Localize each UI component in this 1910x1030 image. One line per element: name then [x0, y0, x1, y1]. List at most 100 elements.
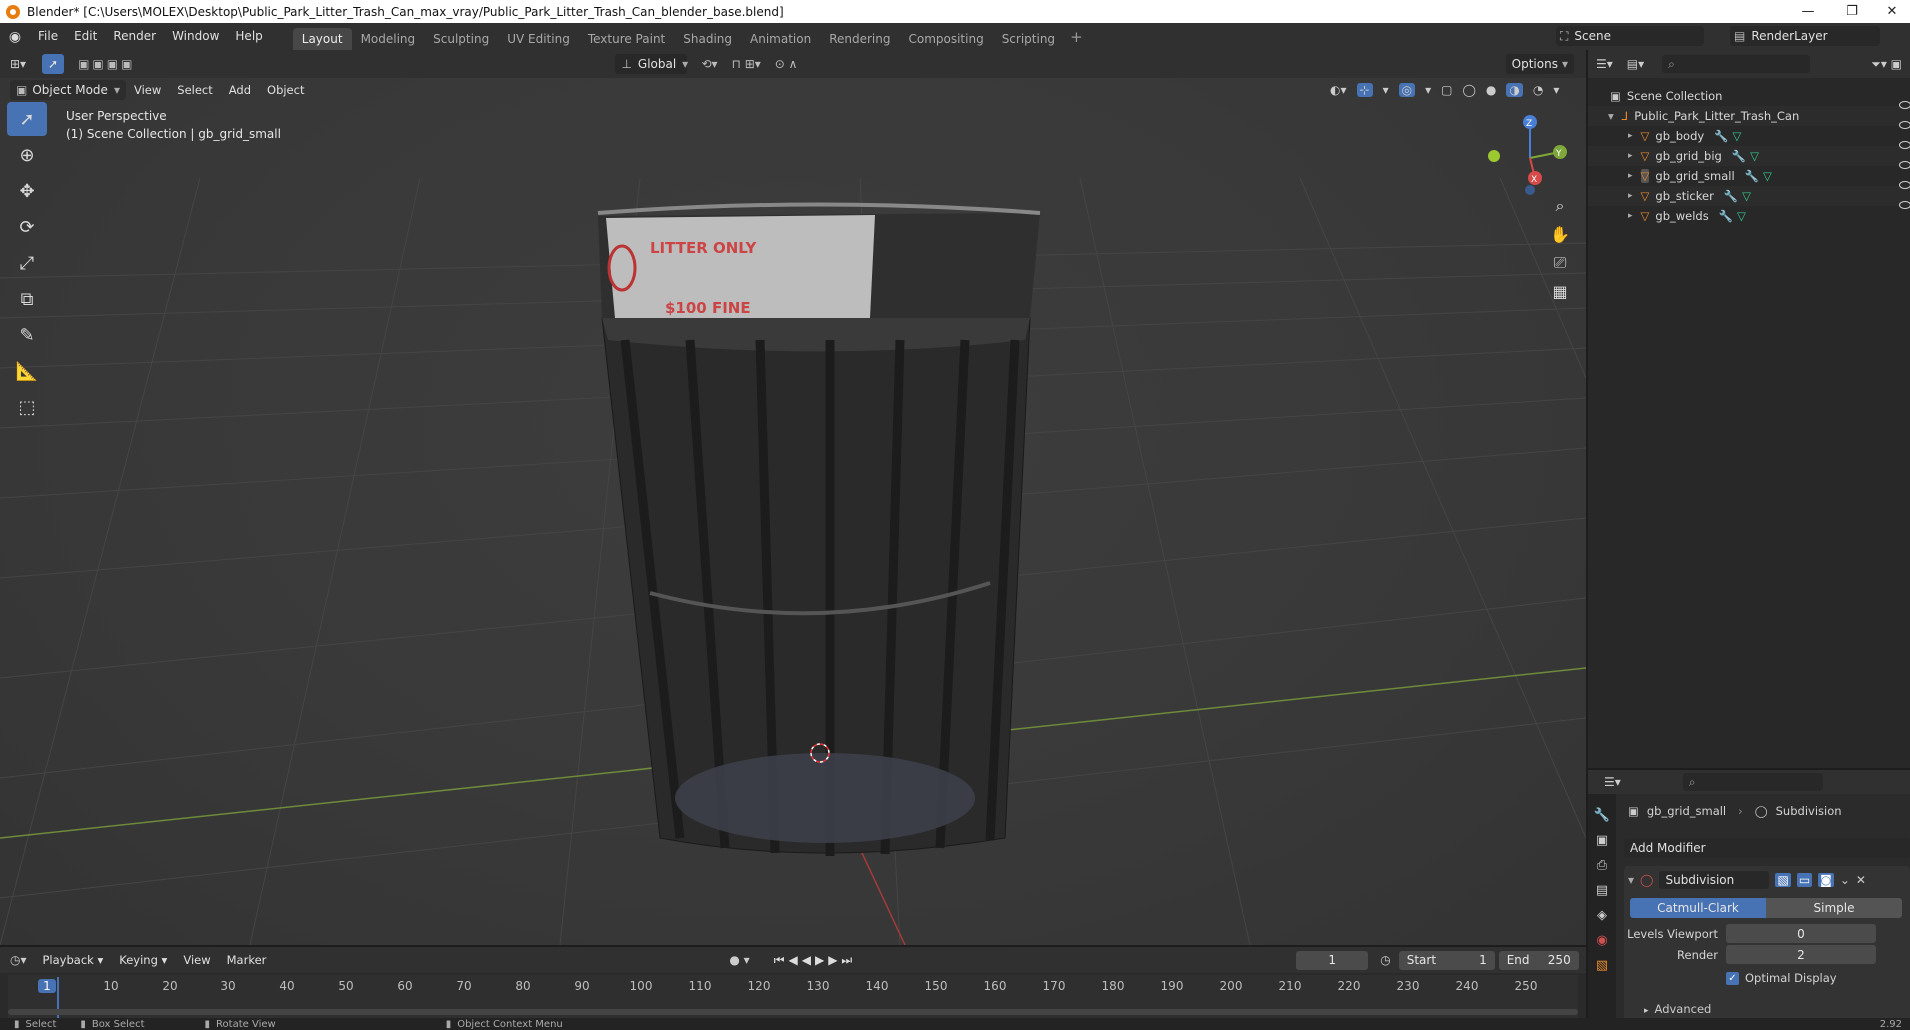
modifier-wrench-icon[interactable]: 🔧 [1732, 149, 1746, 163]
navigation-gizmo[interactable]: Z Y X [1480, 108, 1580, 208]
display-mode-icon[interactable]: ▤▾ [1627, 57, 1644, 71]
tab-compositing[interactable]: Compositing [899, 28, 992, 50]
timeline-menu-playback[interactable]: Playback ▾ [35, 947, 112, 973]
mesh-data-icon[interactable]: ▽ [1737, 209, 1746, 223]
3d-viewport[interactable]: LITTER ONLY $100 FINE ▣ Object Mode ▾ Vi… [0, 78, 1586, 945]
playback-controls-icon[interactable]: ⏮◀◀▶▶⏭ [774, 953, 857, 968]
render-tab-icon[interactable]: ▣ [1596, 833, 1608, 848]
proportional-edit-icon[interactable]: ⊙ ∧ [775, 57, 798, 71]
transform-tool-icon[interactable]: ⧉ [7, 282, 47, 316]
pivot-icon[interactable]: ⟲▾ [701, 57, 717, 71]
world-tab-icon[interactable]: ◉ [1596, 933, 1607, 948]
viewport-menu-add[interactable]: Add [221, 80, 259, 100]
outliner-item-gb-welds[interactable]: ▸ ▽ gb_welds 🔧 ▽ [1588, 206, 1910, 226]
preview-range-icon[interactable]: ◷ [1380, 953, 1390, 967]
modifier-name-field[interactable]: Subdivision [1659, 871, 1770, 889]
levels-viewport-field[interactable]: 0 [1726, 924, 1876, 943]
menu-render[interactable]: Render [105, 23, 164, 50]
outliner-search-input[interactable]: ⌕ [1662, 55, 1811, 73]
annotate-tool-icon[interactable]: ✎ [7, 318, 47, 352]
zoom-icon[interactable]: ⌕ [1556, 196, 1565, 216]
viewport-toggle-icon[interactable]: ▭ [1796, 873, 1813, 887]
tab-texture-paint[interactable]: Texture Paint [579, 28, 674, 50]
editor-type-icon[interactable]: ⊞▾ [10, 57, 26, 71]
expand-arrow-icon[interactable]: ▾ [1608, 109, 1614, 123]
end-frame-field[interactable]: End 250 [1498, 950, 1579, 970]
tab-scripting[interactable]: Scripting [993, 28, 1064, 50]
xray-icon[interactable]: ▢ [1441, 83, 1452, 97]
render-layer-selector[interactable]: ▤ RenderLayer [1730, 26, 1880, 46]
expand-arrow-icon[interactable]: ▸ [1628, 131, 1633, 141]
restore-button[interactable]: ❐ [1830, 0, 1874, 23]
mesh-data-icon[interactable]: ▽ [1750, 149, 1759, 163]
add-modifier-dropdown[interactable]: Add Modifier [1624, 838, 1910, 858]
shading-solid-icon[interactable]: ● [1486, 83, 1496, 97]
tab-sculpting[interactable]: Sculpting [424, 28, 498, 50]
expand-arrow-icon[interactable]: ▸ [1628, 151, 1633, 161]
gizmo-toggle-icon[interactable]: ⊹ [1356, 83, 1373, 97]
outliner-scene-collection[interactable]: ▣ Scene Collection [1588, 86, 1910, 106]
outliner-item-gb-grid-small[interactable]: ▸ ▽ gb_grid_small 🔧 ▽ [1588, 166, 1910, 186]
visibility-eye-icon[interactable] [1899, 161, 1910, 169]
remove-modifier-icon[interactable]: ✕ [1856, 873, 1866, 887]
options-dropdown[interactable]: Options ▾ [1505, 54, 1574, 74]
add-workspace-icon[interactable]: + [1070, 28, 1083, 46]
outliner-collection-row[interactable]: ▾ ⅃ Public_Park_Litter_Trash_Can [1588, 106, 1910, 126]
tab-modeling[interactable]: Modeling [352, 28, 425, 50]
collapse-arrow-icon[interactable]: ▾ [1628, 873, 1634, 887]
move-tool-icon[interactable]: ✥ [7, 174, 47, 208]
start-frame-field[interactable]: Start 1 [1398, 950, 1495, 970]
menu-window[interactable]: Window [164, 23, 227, 50]
modifier-wrench-icon[interactable]: 🔧 [1714, 129, 1728, 143]
timeline-menu-keying[interactable]: Keying ▾ [111, 947, 175, 973]
rotate-tool-icon[interactable]: ⟳ [7, 210, 47, 244]
tab-layout[interactable]: Layout [292, 28, 352, 50]
visibility-eye-icon[interactable] [1899, 201, 1910, 209]
outliner-editor-icon[interactable]: ☰▾ [1596, 57, 1613, 71]
select-tool-icon[interactable]: ➚ [42, 54, 65, 74]
transform-orientation-dropdown[interactable]: ⊥ Global ▾ [615, 54, 688, 74]
scale-tool-icon[interactable]: ⤢ [7, 246, 47, 280]
menu-file[interactable]: File [30, 23, 66, 50]
selection-mode-icons[interactable]: ▣▣▣▣ [78, 57, 135, 71]
visibility-eye-icon[interactable] [1899, 141, 1910, 149]
edit-mode-toggle-icon[interactable]: ▧ [1775, 873, 1791, 887]
shading-material-icon[interactable]: ◑ [1506, 83, 1523, 97]
pan-hand-icon[interactable]: ✋ [1550, 225, 1570, 244]
simple-button[interactable]: Simple [1766, 898, 1902, 918]
mesh-data-icon[interactable]: ▽ [1742, 189, 1751, 203]
modifier-wrench-icon[interactable]: 🔧 [1724, 189, 1738, 203]
tab-rendering[interactable]: Rendering [820, 28, 899, 50]
menu-help[interactable]: Help [227, 23, 270, 50]
mesh-data-icon[interactable]: ▽ [1763, 169, 1772, 183]
minimize-button[interactable]: — [1786, 0, 1830, 23]
viewport-menu-select[interactable]: Select [169, 80, 220, 100]
render-toggle-icon[interactable]: ◙ [1818, 873, 1834, 887]
close-window-button[interactable]: ✕ [1870, 0, 1910, 23]
cursor-tool-icon[interactable]: ⊕ [7, 138, 47, 172]
visibility-eye-icon[interactable] [1899, 121, 1910, 129]
chevron-down-icon[interactable]: ⌄ [1840, 873, 1850, 887]
catmull-clark-button[interactable]: Catmull-Clark [1630, 898, 1766, 918]
scene-selector[interactable]: ⛶ Scene [1556, 26, 1704, 46]
tab-shading[interactable]: Shading [674, 28, 741, 50]
render-levels-field[interactable]: 2 [1726, 945, 1876, 964]
shading-rendered-icon[interactable]: ◔ [1533, 83, 1543, 97]
view-layer-tab-icon[interactable]: ▤ [1596, 883, 1608, 898]
timeline-scrollbar[interactable] [8, 1009, 1578, 1015]
current-frame-field[interactable]: 1 [1296, 950, 1369, 970]
visibility-eye-icon[interactable] [1899, 181, 1910, 189]
properties-editor-icon[interactable]: ☰▾ [1604, 775, 1621, 789]
advanced-subpanel[interactable]: ▸ Advanced [1644, 1002, 1711, 1016]
overlay-toggle-icon[interactable]: ◎ [1398, 83, 1416, 97]
measure-tool-icon[interactable]: 📐 [7, 354, 47, 388]
shading-wireframe-icon[interactable]: ◯ [1462, 83, 1475, 97]
optimal-display-checkbox[interactable]: ✓ [1726, 971, 1739, 985]
blender-menu-icon[interactable]: ◉ [0, 29, 30, 45]
tab-animation[interactable]: Animation [741, 28, 820, 50]
expand-arrow-icon[interactable]: ▸ [1628, 171, 1633, 181]
output-tab-icon[interactable]: ⎙ [1597, 858, 1607, 873]
object-mode-dropdown[interactable]: ▣ Object Mode ▾ [10, 80, 126, 100]
outliner-item-gb-grid-big[interactable]: ▸ ▽ gb_grid_big 🔧 ▽ [1588, 146, 1910, 166]
menu-edit[interactable]: Edit [66, 23, 105, 50]
